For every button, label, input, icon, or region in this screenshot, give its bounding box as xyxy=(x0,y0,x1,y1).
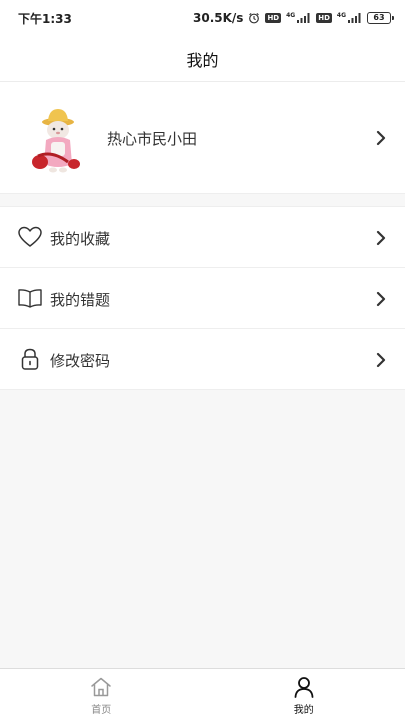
tab-label: 首页 xyxy=(91,705,112,716)
menu-item-label: 我的错题 xyxy=(50,291,111,309)
chevron-right-icon xyxy=(375,352,387,368)
hd-badge: HD xyxy=(265,13,282,23)
tab-profile[interactable]: 我的 xyxy=(203,669,405,720)
battery-level: 63 xyxy=(373,13,385,22)
tab-label: 我的 xyxy=(293,705,314,716)
menu-item-label: 我的收藏 xyxy=(50,230,111,248)
settings-menu: 我的收藏 我的错题 修改密码 xyxy=(0,206,405,390)
profile-card[interactable]: 热心市民小田 xyxy=(0,82,405,194)
menu-item-change-password[interactable]: 修改密码 xyxy=(0,329,405,390)
page-header: 我的 xyxy=(0,36,405,82)
lock-icon xyxy=(17,347,43,371)
signal-icon: 4G xyxy=(286,13,311,23)
chevron-right-icon xyxy=(375,130,387,146)
chevron-right-icon xyxy=(375,291,387,307)
chevron-right-icon xyxy=(375,230,387,246)
tab-home[interactable]: 首页 xyxy=(0,669,203,720)
battery-icon: 63 xyxy=(367,12,394,24)
menu-item-favorites[interactable]: 我的收藏 xyxy=(0,207,405,268)
status-time: 下午1:33 xyxy=(18,11,72,26)
user-icon xyxy=(292,675,316,699)
menu-item-label: 修改密码 xyxy=(50,352,111,370)
profile-name: 热心市民小田 xyxy=(107,130,198,148)
home-icon xyxy=(89,675,113,699)
page-title: 我的 xyxy=(186,50,219,70)
signal-icon: 4G xyxy=(337,13,362,23)
alarm-icon xyxy=(248,12,260,24)
status-indicators: 30.5K/s HD 4G HD 4G 63 xyxy=(193,11,394,25)
network-speed: 30.5K/s xyxy=(193,11,244,25)
status-bar: 下午1:33 30.5K/s HD 4G HD 4G 63 xyxy=(0,0,405,36)
bottom-tab-bar: 首页 我的 xyxy=(0,668,405,720)
heart-icon xyxy=(17,225,43,249)
menu-item-wrong-questions[interactable]: 我的错题 xyxy=(0,268,405,329)
network-type-label: 4G xyxy=(336,12,346,19)
book-icon xyxy=(17,286,43,310)
avatar[interactable] xyxy=(28,104,86,176)
hd-badge: HD xyxy=(316,13,332,23)
network-type-label: 4G xyxy=(286,12,296,19)
